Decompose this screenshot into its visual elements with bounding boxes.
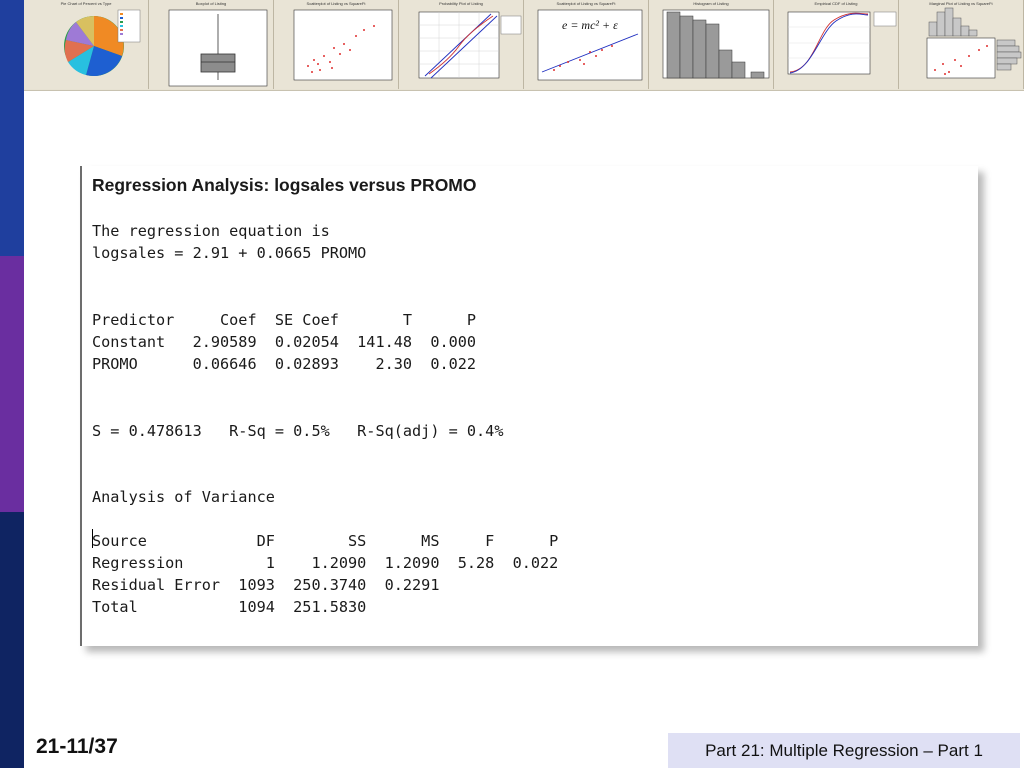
regression-equation: logsales = 2.91 + 0.0665 PROMO xyxy=(92,244,367,262)
thumbnail-regression-line: Scatterplot of Listing vs SquareFt e = m… xyxy=(524,0,649,89)
thumbnail-boxplot: Boxplot of Listing xyxy=(149,0,274,89)
thumbnail-scatterplot: Scatterplot of Listing vs SquareFt xyxy=(274,0,399,89)
marginal-plot-thumb-icon xyxy=(926,7,1022,79)
anova-title: Analysis of Variance xyxy=(92,488,275,506)
probability-plot-thumb-icon xyxy=(418,11,522,79)
equation-intro: The regression equation is xyxy=(92,222,330,240)
thumbnail-empirical-cdf: Empirical CDF of Listing xyxy=(774,0,899,89)
left-band-blue xyxy=(0,0,24,256)
coef-table-header: Predictor Coef SE Coef T P xyxy=(92,311,477,329)
coef-row-promo: PROMO 0.06646 0.02893 2.30 0.022 xyxy=(92,355,477,373)
output-title: Regression Analysis: logsales versus PRO… xyxy=(92,175,477,195)
text-cursor xyxy=(92,529,93,548)
anova-table-header: Source DF SS MS F P xyxy=(92,532,559,550)
anova-row-regression: Regression 1 1.2090 1.2090 5.28 0.022 xyxy=(92,554,559,572)
thumbnail-probability-plot: Probability Plot of Listing xyxy=(399,0,524,89)
thumbnail-histogram: Histogram of Listing xyxy=(649,0,774,89)
boxplot-thumb-icon xyxy=(168,9,268,87)
thumbnail-strip: Pie Chart of Percent vs Type Boxplot of … xyxy=(24,0,1024,91)
pie-chart-thumb-icon xyxy=(64,9,141,77)
thumbnail-pie-chart: Pie Chart of Percent vs Type xyxy=(24,0,149,89)
anova-row-residual-error: Residual Error 1093 250.3740 0.2291 xyxy=(92,576,440,594)
slide-number: 21-11/37 xyxy=(36,735,118,758)
footer-caption: Part 21: Multiple Regression – Part 1 xyxy=(668,733,1020,768)
session-output-window: Regression Analysis: logsales versus PRO… xyxy=(80,166,978,646)
left-band-navy xyxy=(0,512,24,768)
empirical-cdf-thumb-icon xyxy=(787,11,897,75)
histogram-thumb-icon xyxy=(662,9,770,79)
anova-row-total: Total 1094 251.5830 xyxy=(92,598,367,616)
scatterplot-thumb-icon xyxy=(293,9,393,81)
fit-statistics: S = 0.478613 R-Sq = 0.5% R-Sq(adj) = 0.4… xyxy=(92,422,504,440)
left-band-purple xyxy=(0,256,24,512)
footer-caption-text: Part 21: Multiple Regression – Part 1 xyxy=(705,740,983,760)
coef-row-constant: Constant 2.90589 0.02054 141.48 0.000 xyxy=(92,333,477,351)
equation-label: e = mc² + ε xyxy=(562,18,618,32)
regression-line-thumb-icon xyxy=(537,9,643,81)
thumbnail-marginal-plot: Marginal Plot of Listing vs SquareFt xyxy=(899,0,1024,89)
